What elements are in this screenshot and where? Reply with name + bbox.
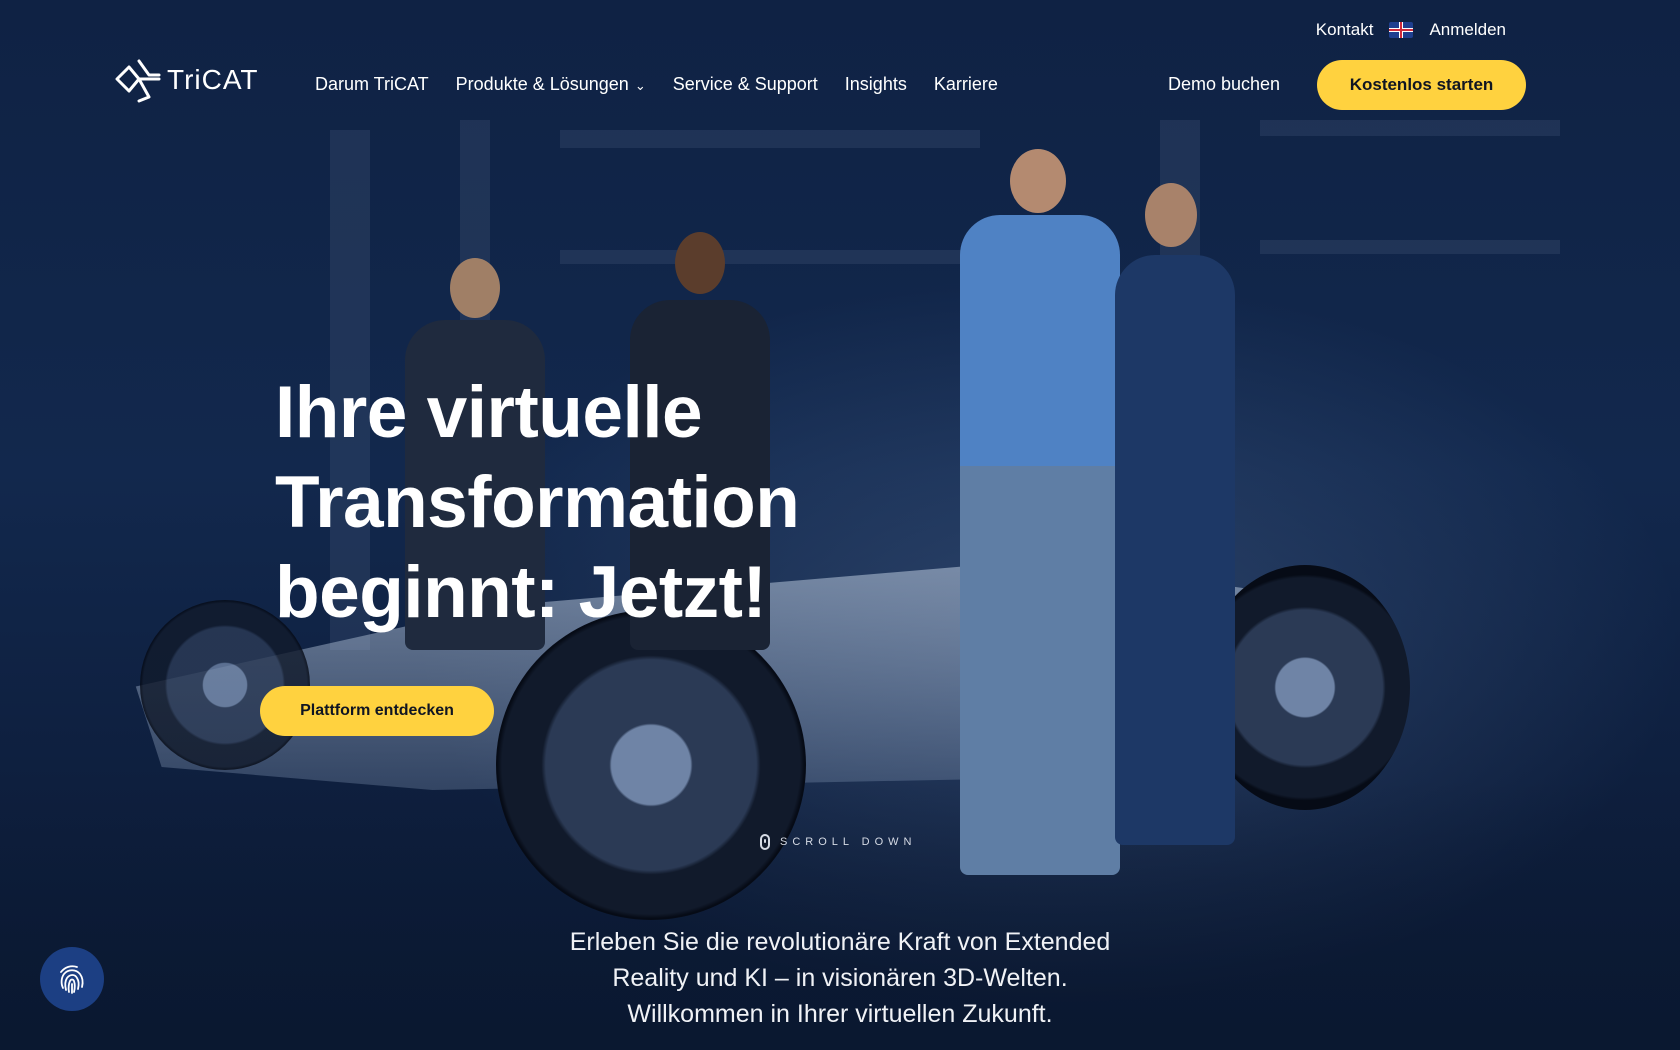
uk-flag-icon[interactable] — [1389, 22, 1414, 38]
hero-intro-text: Erleben Sie die revolutionäre Kraft von … — [569, 928, 1111, 1028]
chevron-down-icon: ⌄ — [634, 77, 646, 93]
nav-service-support[interactable]: Service & Support — [673, 74, 818, 95]
nav-label: Produkte & Lösungen — [455, 74, 629, 94]
scroll-down-hint[interactable]: SCROLL DOWN — [760, 834, 917, 850]
hero-title-line: beginnt: Jetzt! — [275, 552, 767, 633]
nav-label: Insights — [844, 74, 907, 94]
nav-darum-tricat[interactable]: Darum TriCAT — [315, 74, 429, 95]
nav-produkte-loesungen[interactable]: Produkte & Lösungen ⌄ — [456, 74, 646, 95]
hero-title-line: Transformation — [275, 462, 800, 543]
utility-nav: Kontakt Anmelden — [1316, 20, 1506, 40]
nav-karriere[interactable]: Karriere — [934, 74, 998, 95]
logo-text: TriCAT — [167, 64, 259, 95]
nav-label: Karriere — [933, 74, 998, 94]
mouse-icon — [760, 834, 770, 850]
scroll-down-label: SCROLL DOWN — [780, 836, 917, 848]
privacy-settings-button[interactable] — [40, 947, 104, 1011]
hero-title: Ihre virtuelle Transformation beginnt: J… — [275, 368, 835, 638]
contact-link[interactable]: Kontakt — [1316, 20, 1374, 40]
main-nav: Darum TriCAT Produkte & Lösungen ⌄ Servi… — [315, 74, 998, 95]
nav-insights[interactable]: Insights — [845, 74, 907, 95]
hero-title-line: Ihre virtuelle — [275, 372, 703, 453]
tricat-logo-icon — [115, 59, 161, 103]
start-free-button[interactable]: Kostenlos starten — [1317, 60, 1526, 110]
demo-booking-link[interactable]: Demo buchen — [1168, 74, 1280, 95]
discover-platform-button[interactable]: Plattform entdecken — [260, 686, 494, 736]
login-link[interactable]: Anmelden — [1429, 20, 1506, 40]
nav-label: Service & Support — [672, 74, 818, 94]
hero-background-image — [0, 0, 1680, 1050]
tricat-logo[interactable]: TriCAT — [115, 57, 259, 103]
nav-label: Darum TriCAT — [315, 74, 429, 94]
fingerprint-icon — [60, 965, 84, 994]
